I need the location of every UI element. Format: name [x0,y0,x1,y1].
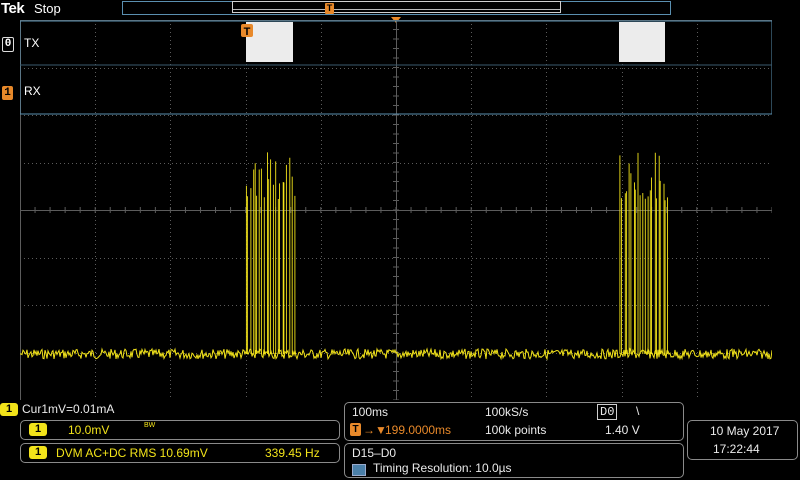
channel-1-chip: 1 [29,423,47,436]
cursor-channel-chip: 1 [0,403,18,416]
digital-channel-0-marker[interactable]: 0 [2,37,14,52]
bandwidth-limit-icon: BW [144,422,156,429]
time-per-division: 100ms [352,405,389,419]
channel-1-scale: 10.0mV [68,423,110,437]
trigger-slope-icon: \ [636,404,640,418]
rx-label: RX [24,84,41,98]
horizontal-trigger-panel[interactable]: 100ms 100kS/s D0 \ T →▼ 199.0000ms 100k … [344,402,684,441]
trigger-source: D0 [597,404,618,420]
acquisition-status: Stop [34,1,61,16]
dvm-panel[interactable]: 1 DVM AC+DC RMS 10.69mV 339.45 Hz [20,443,340,463]
brand-logo: Tek [1,0,25,17]
date: 10 May 2017 [710,424,780,438]
dvm-channel-chip: 1 [29,446,47,459]
digital-resolution-icon [352,464,366,476]
channel-1-scale-panel[interactable]: 1 10.0mV BW [20,420,340,440]
channel-1-bursts [245,152,668,354]
tx-packet-1[interactable] [246,22,293,62]
date-time-panel: 10 May 2017 17:22:44 [687,420,798,460]
tx-label: TX [24,36,40,50]
trigger-level: 1.40 V [605,423,640,437]
trigger-position-value: 199.0000ms [385,423,452,437]
zoom-view-window[interactable] [232,1,561,13]
digital-channel-1-marker[interactable]: 1 [2,86,13,100]
waveform-graticule[interactable]: T [20,20,772,400]
top-status-bar: Tek Stop T [0,0,800,23]
trigger-position-marker-small: T [325,3,334,14]
digital-group-panel[interactable]: D15–D0 Timing Resolution: 10.0µs [344,443,684,478]
trigger-flag-text: T [244,26,251,38]
trigger-position-chip: T [350,423,361,436]
sample-rate: 100kS/s [485,405,529,419]
timing-resolution: Timing Resolution: 10.0µs [373,461,512,475]
dvm-frequency: 339.45 Hz [265,446,320,460]
dvm-mode-reading: DVM AC+DC RMS 10.69mV [56,446,208,460]
cursor-readout-text: Cur1mV=0.01mA [22,402,115,416]
digital-group-label: D15–D0 [352,446,397,460]
time: 17:22:44 [713,442,760,456]
trigger-arrow-icon: →▼ [363,423,387,437]
record-length: 100k points [485,423,547,437]
tx-packet-2[interactable] [619,22,665,62]
